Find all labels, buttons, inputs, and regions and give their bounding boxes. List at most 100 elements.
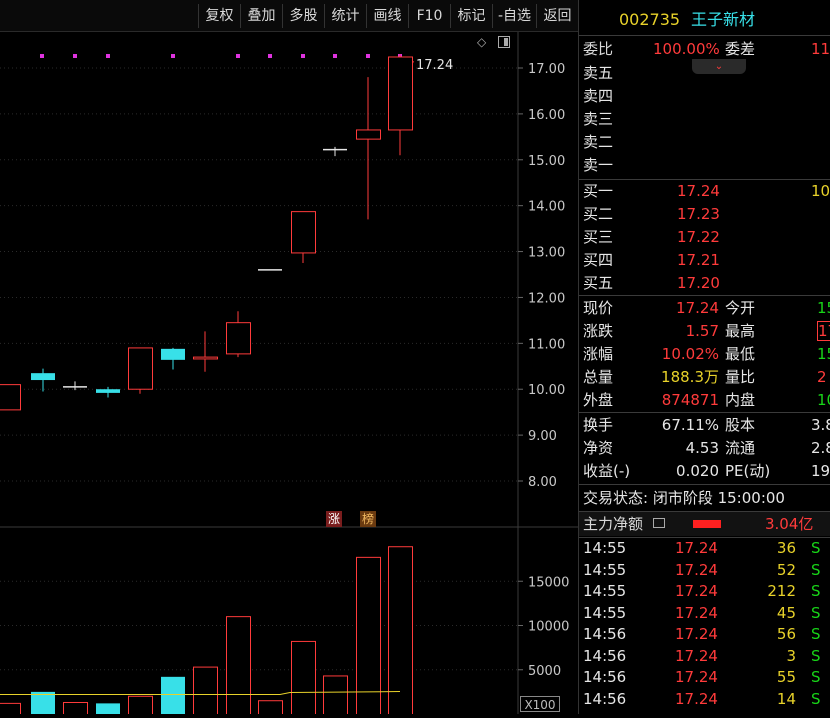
candle-body [0, 384, 21, 411]
price-tick-label: 16.00 [528, 108, 565, 123]
tick-time: 14:56 [583, 689, 627, 708]
panel-toggle-icon[interactable] [498, 36, 510, 48]
stat-value-2: 2 [817, 368, 827, 386]
limit-up-badge: 涨 [326, 511, 342, 527]
stat-value: 874871 [661, 391, 719, 409]
volume-bar [0, 702, 21, 717]
buy-level-price: 17.22 [677, 228, 720, 246]
stat2-value-2: 19 [811, 462, 830, 480]
tick-price: 17.24 [675, 539, 718, 557]
stat-value: 10.02% [661, 345, 719, 363]
volume-bar [356, 556, 381, 717]
list-icon[interactable] [653, 518, 665, 528]
tick-volume: 36 [776, 539, 796, 557]
buy-level-row: 买一 17.24 10 [579, 180, 830, 202]
tick-volume: 14 [776, 689, 796, 708]
volume-bar [193, 666, 218, 717]
f10-button[interactable]: F10 [408, 4, 450, 28]
stat2-label: 收益(-) [583, 462, 631, 480]
sell-level-label: 卖二 [583, 133, 614, 151]
tick-time: 14:56 [583, 625, 627, 643]
buy-level-label: 买二 [583, 205, 614, 223]
weibi-value: 100.00% [653, 40, 720, 58]
stats2-row: 换手 67.11% 股本 3.8 [579, 414, 830, 436]
last-price-label: 17.24 [416, 58, 454, 73]
top-markers [40, 54, 415, 63]
buy-level-label: 买一 [583, 182, 614, 200]
stat2-value: 4.53 [685, 439, 719, 457]
tick-price: 17.24 [675, 603, 718, 622]
stat-label: 涨幅 [583, 345, 614, 363]
volume-bar [388, 546, 413, 717]
marker-dot [73, 54, 77, 58]
kline-svg: 17.00 16.00 15.00 14.00 13.00 12.00 11.00 10.00… [0, 32, 578, 717]
trade-status: 交易状态: 闭市阶段 15:00:00 [579, 487, 830, 509]
price-tick-label: 12.00 [528, 291, 565, 306]
candle-body [356, 129, 381, 140]
stat2-label-2: PE(动) [725, 462, 771, 480]
price-tick-label: 17.00 [528, 62, 565, 77]
tick-price: 17.24 [675, 668, 718, 686]
candle-body [291, 211, 316, 254]
stat-label: 总量 [583, 368, 614, 386]
marker-dot [366, 54, 370, 58]
stat-value-2: 17 [817, 321, 830, 341]
mark-button[interactable]: 标记 [450, 4, 492, 28]
tick-time: 14:55 [583, 582, 627, 600]
sell-level-row: 卖四 [579, 85, 830, 107]
restore-rights-button[interactable]: 复权 [198, 4, 240, 28]
buy-level-row: 买二 17.23 [579, 203, 830, 225]
ranking-badge: 榜 [360, 511, 376, 527]
sell-level-label: 卖四 [583, 87, 614, 105]
stats-row: 总量 188.3万 量比 2 [579, 366, 830, 388]
candle-body [128, 347, 153, 390]
diamond-icon[interactable]: ◇ [477, 35, 489, 49]
stat-value-2: 15 [817, 299, 830, 317]
price-tick-label: 14.00 [528, 200, 565, 215]
tick-time: 14:56 [583, 646, 627, 665]
tick-price: 17.24 [675, 689, 718, 708]
candle-body [193, 356, 218, 360]
tick-side: S [811, 603, 821, 622]
netflow-label: 主力净额 [583, 515, 644, 533]
netflow-value: 3.04亿 [765, 515, 814, 533]
tick-row: 14:56 17.24 55 S [579, 667, 830, 688]
tick-price: 17.24 [675, 625, 718, 643]
buy-level-row: 买三 17.22 [579, 226, 830, 248]
price-tick-label: 8.00 [528, 475, 557, 490]
tick-volume: 45 [776, 603, 796, 622]
stock-header: 002735 王子新材 [579, 8, 830, 32]
tick-side: S [811, 625, 821, 643]
buy-level-price: 17.23 [677, 205, 720, 223]
stat-label-2: 量比 [725, 368, 756, 386]
price-axis: 17.00 16.00 15.00 14.00 13.00 12.00 11.00 10.00… [518, 62, 565, 490]
remove-watchlist-button[interactable]: -自选 [492, 4, 536, 28]
volume-bar [258, 700, 283, 717]
marker-dot [333, 54, 337, 58]
tick-time: 14:55 [583, 539, 627, 557]
sell-level-row: 卖二 [579, 131, 830, 153]
sell-level-row: 卖一 [579, 154, 830, 176]
draw-line-button[interactable]: 画线 [366, 4, 408, 28]
tick-side: S [811, 668, 821, 686]
kline-chart[interactable]: 17.00 16.00 15.00 14.00 13.00 12.00 11.00 10.00… [0, 32, 578, 717]
overlay-button[interactable]: 叠加 [240, 4, 282, 28]
marker-dot [106, 54, 110, 58]
statistics-button[interactable]: 统计 [324, 4, 366, 28]
tick-row: 14:56 17.24 3 S [579, 646, 830, 667]
weicha-label: 委差 [725, 40, 756, 58]
stat-value-2: 15 [817, 345, 830, 363]
tick-volume: 212 [767, 582, 796, 600]
marker-dot [236, 54, 240, 58]
marker-dot [40, 54, 44, 58]
tick-volume: 55 [776, 668, 796, 686]
buy-level-price: 17.20 [677, 274, 720, 292]
sell-level-label: 卖三 [583, 110, 614, 128]
stats-row: 现价 17.24 今开 15 [579, 297, 830, 319]
tick-side: S [811, 689, 821, 708]
multi-stock-button[interactable]: 多股 [282, 4, 324, 28]
tick-row: 14:55 17.24 36 S [579, 538, 830, 559]
marker-dot [268, 54, 272, 58]
stat2-label-2: 股本 [725, 416, 756, 434]
back-button[interactable]: 返回 [536, 4, 578, 28]
